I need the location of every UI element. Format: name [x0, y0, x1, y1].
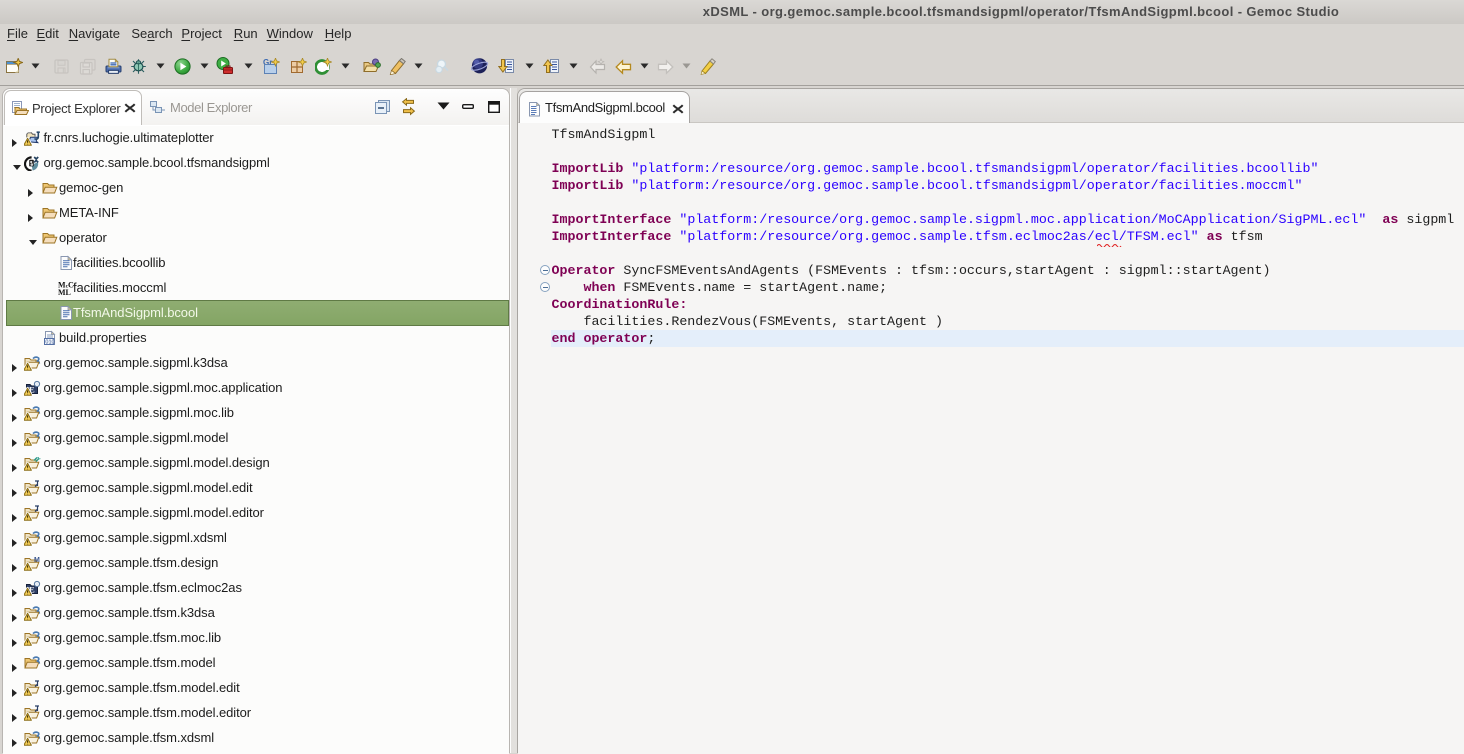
svg-text:ML: ML: [58, 288, 71, 296]
svg-text:010: 010: [45, 340, 54, 346]
svg-text:M: M: [34, 557, 40, 564]
